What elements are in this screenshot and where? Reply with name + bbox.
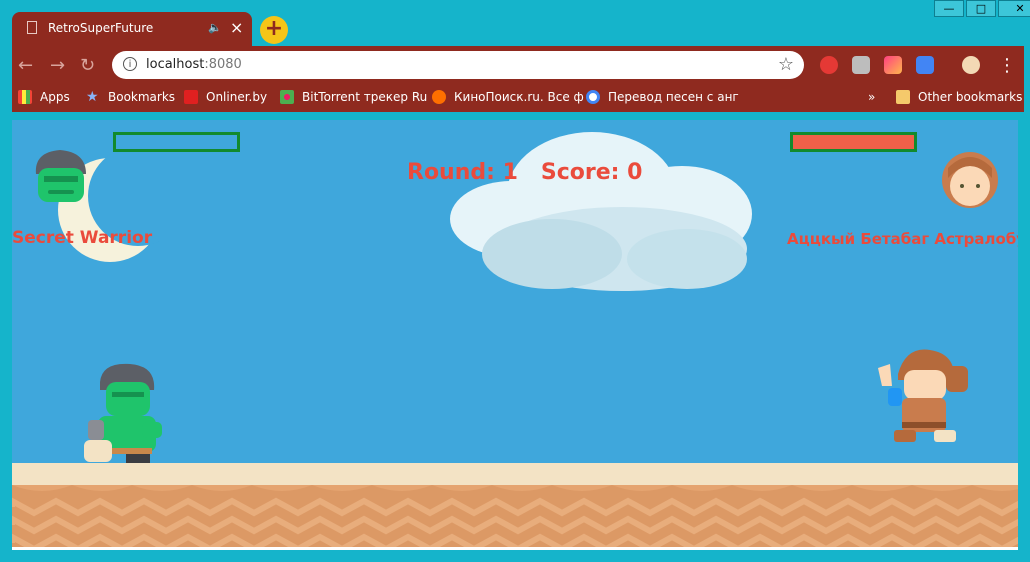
bookmark-other[interactable]: Other bookmarks <box>896 90 1022 104</box>
enemy-health-fill <box>793 135 914 149</box>
page-icon <box>27 21 37 34</box>
close-tab-icon[interactable]: × <box>230 18 243 37</box>
game-canvas[interactable]: Round: 1 Score: 0 Secret Warrior Аццкый … <box>12 120 1018 550</box>
translate-extension-icon[interactable] <box>916 56 934 74</box>
ground-zigzag-pattern <box>12 485 1018 547</box>
bookmark-bittorrent[interactable]: BitTorrent трекер Ru <box>280 90 427 104</box>
kinopoisk-icon <box>432 90 446 104</box>
cloud-icon <box>450 132 752 291</box>
score-value: 0 <box>627 160 643 185</box>
speaker-icon[interactable]: 🔈 <box>208 21 222 34</box>
forward-button[interactable]: → <box>50 55 65 76</box>
info-icon[interactable]: i <box>123 57 137 71</box>
reload-button[interactable]: ↻ <box>80 55 95 76</box>
bookmark-star-icon[interactable]: ☆ <box>778 54 794 75</box>
onliner-icon <box>184 90 198 104</box>
star-icon: ★ <box>86 89 99 105</box>
enemy-avatar-icon <box>942 152 998 208</box>
player-character-sprite <box>84 363 162 464</box>
menu-kebab-icon[interactable]: ⋮ <box>998 55 1016 76</box>
address-text: localhost:8080 <box>146 57 242 72</box>
more-bookmarks-chevron-icon[interactable]: » <box>868 90 875 104</box>
address-bar[interactable]: i localhost:8080 ☆ <box>112 51 804 79</box>
translate-icon <box>586 90 600 104</box>
enemy-character-sprite <box>878 349 968 442</box>
player-avatar-icon <box>35 150 86 202</box>
color-extension-icon[interactable] <box>884 56 902 74</box>
player-name: Secret Warrior <box>12 228 153 248</box>
tab-title: RetroSuperFuture <box>48 21 154 35</box>
bookmark-bookmarks[interactable]: ★ Bookmarks <box>86 90 175 104</box>
close-window-button[interactable]: ✕ <box>998 0 1030 17</box>
window-controls: — □ ✕ <box>932 0 1030 18</box>
bookmark-kinopoisk[interactable]: КиноПоиск.ru. Все ф <box>432 90 584 104</box>
ground-pattern <box>12 485 1018 547</box>
minimize-button[interactable]: — <box>934 0 964 17</box>
bookmark-apps[interactable]: Apps <box>18 90 70 104</box>
player-health-bar <box>113 132 240 152</box>
new-tab-button[interactable]: + <box>260 16 288 44</box>
round-label: Round: <box>407 160 495 185</box>
bookmark-translate[interactable]: Перевод песен с анг <box>586 90 739 104</box>
browser-tab[interactable]: RetroSuperFuture 🔈 × <box>12 12 252 46</box>
bookmark-onliner[interactable]: Onliner.by <box>184 90 267 104</box>
bittorrent-icon <box>280 90 294 104</box>
enemy-name: Аццкый Бетабаг Астралобур <box>787 230 1018 248</box>
browser-window: — □ ✕ RetroSuperFuture 🔈 × + ← → ↻ i loc… <box>0 0 1030 562</box>
score-label: Score: <box>540 160 620 185</box>
folder-icon <box>896 90 910 104</box>
ground-surface <box>12 463 1018 485</box>
back-button[interactable]: ← <box>18 55 33 76</box>
bookmarks-bar: Apps ★ Bookmarks Onliner.by BitTorrent т… <box>12 84 1024 112</box>
profile-avatar-icon[interactable] <box>962 56 980 74</box>
round-score-display: Round: 1 Score: 0 <box>407 160 642 185</box>
toolbar: ← → ↻ i localhost:8080 ☆ ⋮ <box>12 46 1024 84</box>
enemy-health-bar <box>790 132 917 152</box>
adblock-extension-icon[interactable] <box>820 56 838 74</box>
maximize-button[interactable]: □ <box>966 0 996 17</box>
apps-grid-icon <box>18 90 32 104</box>
round-value: 1 <box>502 160 518 185</box>
camera-extension-icon[interactable] <box>852 56 870 74</box>
